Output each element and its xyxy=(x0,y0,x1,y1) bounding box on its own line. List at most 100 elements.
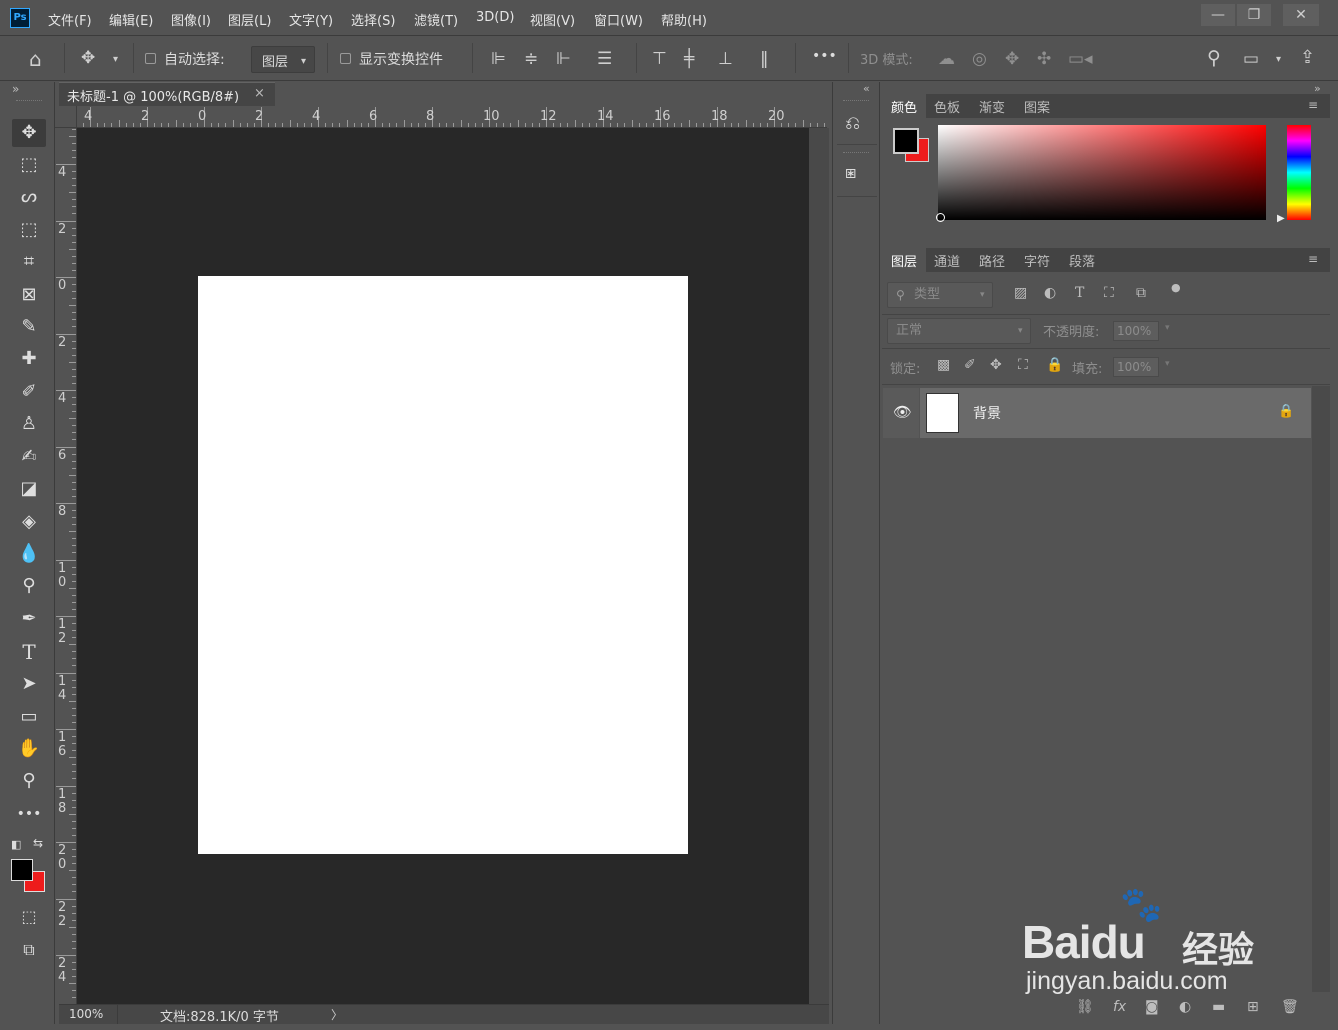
eraser-icon[interactable]: ◪ xyxy=(12,475,46,503)
history-panel-icon[interactable]: ⎌ xyxy=(845,112,860,134)
screen-mode-icon[interactable]: ⧉ xyxy=(12,936,46,964)
delete-layer-icon[interactable]: 🗑 xyxy=(1281,999,1299,1015)
layers-scrollbar[interactable] xyxy=(1312,386,1330,992)
crop-icon[interactable]: ⌗ xyxy=(12,248,46,276)
zoom-level[interactable]: 100% xyxy=(69,1007,103,1021)
menu-file[interactable]: 文件(F) xyxy=(48,10,92,29)
pen-icon[interactable]: ✒ xyxy=(12,605,46,633)
menu-3d[interactable]: 3D(D) xyxy=(476,10,514,25)
layer-row[interactable]: 背景 🔒 xyxy=(920,388,1311,438)
menu-edit[interactable]: 编辑(E) xyxy=(109,10,153,29)
healing-icon[interactable]: ✚ xyxy=(12,345,46,373)
paint-bucket-icon[interactable]: ◈ xyxy=(12,508,46,536)
menu-select[interactable]: 选择(S) xyxy=(351,10,395,29)
tab-channels[interactable]: 通道 xyxy=(934,251,960,270)
chevron-down-icon[interactable]: ▾ xyxy=(1165,323,1170,333)
layer-name[interactable]: 背景 xyxy=(973,403,1001,423)
filter-pixel-icon[interactable]: ▨ xyxy=(1014,285,1027,301)
rectangle-icon[interactable]: ▭ xyxy=(12,703,46,731)
frame-icon[interactable]: ⊠ xyxy=(12,281,46,309)
tab-paragraph[interactable]: 段落 xyxy=(1069,251,1095,270)
filter-adjustment-icon[interactable]: ◐ xyxy=(1044,285,1056,301)
align-bottom-icon[interactable]: ⊥ xyxy=(718,49,733,69)
quick-mask-icon[interactable]: ⬚ xyxy=(12,903,46,931)
3d-roll-icon[interactable]: ◎ xyxy=(972,49,987,69)
opacity-field[interactable]: 100% xyxy=(1113,321,1159,341)
3d-slide-icon[interactable]: ✣ xyxy=(1037,49,1051,69)
toolbox-expand-button[interactable]: » xyxy=(12,82,19,96)
stamp-icon[interactable]: ♙ xyxy=(12,410,46,438)
more-tools-icon[interactable]: ••• xyxy=(12,800,46,828)
filter-shape-icon[interactable]: ⛶ xyxy=(1104,285,1114,301)
marquee-icon[interactable]: ⬚ xyxy=(12,151,46,179)
lock-position-icon[interactable]: ✥ xyxy=(990,357,1002,373)
chevron-down-icon[interactable]: ▾ xyxy=(1165,359,1170,369)
3d-camera-icon[interactable]: ▭◂ xyxy=(1068,49,1093,69)
filter-toggle-icon[interactable]: ● xyxy=(1171,281,1181,294)
align-left-icon[interactable]: ⊫ xyxy=(491,49,506,69)
eye-icon[interactable]: 👁 xyxy=(893,403,912,421)
brush-icon[interactable]: ✐ xyxy=(12,378,46,406)
panel-menu-icon[interactable]: ≡ xyxy=(1308,252,1318,266)
chevron-down-icon[interactable]: ▾ xyxy=(113,50,118,70)
menu-type[interactable]: 文字(Y) xyxy=(289,10,333,29)
lock-artboard-icon[interactable]: ⛶ xyxy=(1018,357,1028,373)
layer-visibility-cell[interactable]: 👁 xyxy=(883,388,919,438)
workspace-icon[interactable]: ▭ xyxy=(1243,49,1259,69)
chevron-down-icon[interactable]: ▾ xyxy=(1276,50,1281,70)
menu-image[interactable]: 图像(I) xyxy=(171,10,211,29)
color-panel-foreground-swatch[interactable] xyxy=(893,128,919,154)
align-top-icon[interactable]: ⊤ xyxy=(652,49,667,69)
filter-smart-object-icon[interactable]: ⧉ xyxy=(1136,285,1146,301)
menu-view[interactable]: 视图(V) xyxy=(530,10,575,29)
dock-collapse-icon[interactable]: « xyxy=(863,82,870,95)
swap-colors-icon[interactable]: ⇆ xyxy=(33,836,43,850)
status-menu-arrow[interactable]: 〉 xyxy=(331,1006,343,1023)
tab-color[interactable]: 颜色 xyxy=(891,97,917,116)
document-canvas[interactable] xyxy=(198,276,688,854)
lock-image-icon[interactable]: ✐ xyxy=(964,357,976,373)
document-tab[interactable]: 未标题-1 @ 100%(RGB/8#) × xyxy=(59,82,275,106)
tab-character[interactable]: 字符 xyxy=(1024,251,1050,270)
hue-slider-handle[interactable]: ▶ xyxy=(1277,213,1285,224)
color-picker-marker[interactable] xyxy=(936,213,945,222)
home-icon[interactable]: ⌂ xyxy=(29,49,42,69)
default-colors-icon[interactable]: ◧ xyxy=(11,838,21,851)
tab-patterns[interactable]: 图案 xyxy=(1024,97,1050,116)
distribute-vertical-icon[interactable]: ‖ xyxy=(760,49,769,69)
share-icon[interactable]: ⇪ xyxy=(1300,48,1315,68)
3d-orbit-icon[interactable]: ☁ xyxy=(938,49,955,69)
object-select-icon[interactable]: ⬚ xyxy=(12,216,46,244)
type-icon[interactable]: T xyxy=(12,638,46,666)
eyedropper-icon[interactable]: ✎ xyxy=(12,313,46,341)
close-window-button[interactable]: ✕ xyxy=(1283,4,1319,26)
move-icon[interactable]: ✥ xyxy=(12,119,46,147)
hand-icon[interactable]: ✋ xyxy=(12,735,46,763)
3d-pan-icon[interactable]: ✥ xyxy=(1005,49,1019,69)
layer-lock-icon[interactable]: 🔒 xyxy=(1278,404,1294,419)
layer-thumbnail[interactable] xyxy=(926,393,959,433)
lasso-icon[interactable]: ᔕ xyxy=(12,183,46,211)
tab-swatches[interactable]: 色板 xyxy=(934,97,960,116)
panel-menu-icon[interactable]: ≡ xyxy=(1308,98,1318,112)
align-vcenter-icon[interactable]: ╪ xyxy=(684,49,694,69)
history-brush-icon[interactable]: ✍ xyxy=(12,443,46,471)
dodge-icon[interactable]: ⚲ xyxy=(12,572,46,600)
3d-panel-icon[interactable]: ⧆ xyxy=(845,162,856,183)
menu-help[interactable]: 帮助(H) xyxy=(661,10,707,29)
menu-layer[interactable]: 图层(L) xyxy=(228,10,271,29)
move-tool-icon[interactable]: ✥ xyxy=(81,48,95,68)
tab-gradients[interactable]: 渐变 xyxy=(979,97,1005,116)
search-icon[interactable]: ⚲ xyxy=(1207,48,1221,68)
show-transform-checkbox[interactable] xyxy=(340,53,351,64)
zoom-icon[interactable]: ⚲ xyxy=(12,767,46,795)
menu-filter[interactable]: 滤镜(T) xyxy=(414,10,458,29)
path-select-icon[interactable]: ➤ xyxy=(12,670,46,698)
vertical-scrollbar[interactable] xyxy=(809,128,829,1004)
tab-paths[interactable]: 路径 xyxy=(979,251,1005,270)
blur-icon[interactable]: 💧 xyxy=(12,540,46,568)
auto-select-checkbox[interactable] xyxy=(145,53,156,64)
filter-type-icon[interactable]: T xyxy=(1075,285,1084,301)
close-tab-icon[interactable]: × xyxy=(254,86,265,101)
distribute-icon[interactable]: ☰ xyxy=(597,49,612,69)
